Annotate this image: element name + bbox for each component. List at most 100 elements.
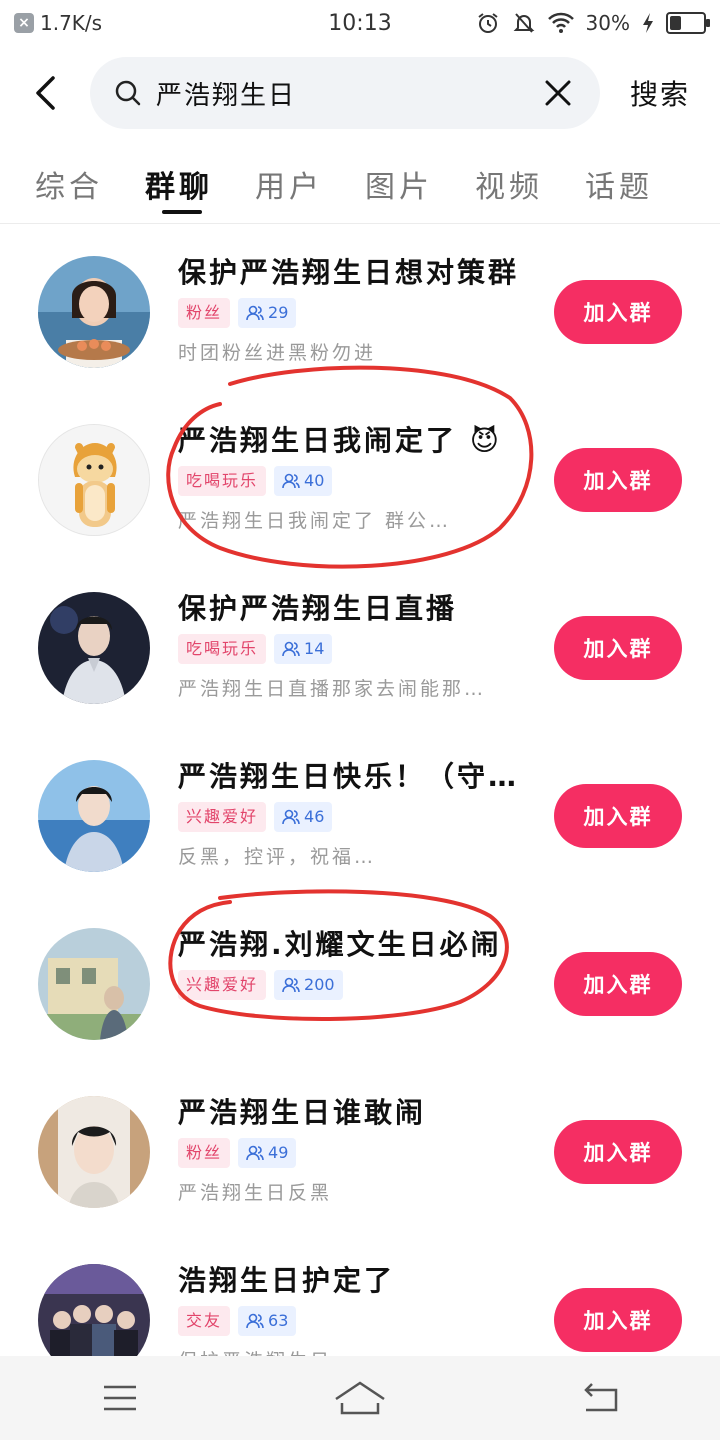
status-right: 30%: [476, 11, 710, 35]
search-query[interactable]: 严浩翔生日: [142, 75, 538, 112]
charging-icon: [643, 13, 653, 33]
group-title: 严浩翔.刘耀文生日必闹: [178, 928, 502, 961]
member-count: 40: [304, 471, 325, 490]
category-badge: 交友: [178, 1306, 231, 1336]
search-button[interactable]: 搜索: [600, 73, 720, 113]
wifi-icon: [547, 12, 574, 33]
system-nav-bar: [0, 1356, 720, 1440]
avatar[interactable]: [38, 928, 150, 1040]
list-item-body: 浩翔生日护定了 交友 63 保护严浩翔生日: [178, 1262, 528, 1356]
network-speed: 1.7K/s: [40, 11, 103, 35]
avatar[interactable]: [38, 592, 150, 704]
avatar[interactable]: [38, 424, 150, 536]
tab-users[interactable]: 用户: [234, 150, 344, 224]
join-group-button[interactable]: 加入群: [554, 616, 682, 680]
back-nav-button[interactable]: [560, 1368, 640, 1428]
tab-all[interactable]: 综合: [14, 150, 124, 224]
category-badge: 兴趣爱好: [178, 802, 267, 832]
member-count: 46: [304, 807, 325, 826]
member-count-badge: 29: [238, 298, 297, 328]
return-icon: [584, 1383, 618, 1412]
join-group-button[interactable]: 加入群: [554, 280, 682, 344]
member-count: 200: [304, 975, 335, 994]
join-group-button[interactable]: 加入群: [554, 952, 682, 1016]
member-count-badge: 14: [274, 634, 333, 664]
join-group-button[interactable]: 加入群: [554, 448, 682, 512]
join-group-button[interactable]: 加入群: [554, 1288, 682, 1352]
menu-button[interactable]: [80, 1368, 160, 1428]
list-item[interactable]: 保护严浩翔生日直播 吃喝玩乐 14 严浩翔生日直播那家去闹能那… 加入群: [0, 562, 720, 730]
search-header: 严浩翔生日 搜索: [0, 50, 720, 136]
tab-topics[interactable]: 话题: [564, 150, 674, 224]
group-tags: 粉丝 49: [178, 1138, 528, 1168]
avatar[interactable]: [38, 1096, 150, 1208]
group-title: 严浩翔生日快乐！（守…: [178, 760, 520, 793]
category-badge: 吃喝玩乐: [178, 634, 267, 664]
list-item[interactable]: 保护严浩翔生日想对策群 粉丝 29 时团粉丝进黑粉勿进 加入群: [0, 226, 720, 394]
search-input[interactable]: 严浩翔生日: [90, 57, 600, 129]
list-item[interactable]: 严浩翔生日我闹定了 😈 吃喝玩乐 40 严浩翔生日我闹定了 群公… 加入群: [0, 394, 720, 562]
list-item-body: 保护严浩翔生日想对策群 粉丝 29 时团粉丝进黑粉勿进: [178, 254, 528, 365]
home-button[interactable]: [320, 1368, 400, 1428]
list-item-body: 严浩翔生日谁敢闹 粉丝 49 严浩翔生日反黑: [178, 1094, 528, 1205]
group-tags: 粉丝 29: [178, 298, 528, 328]
avatar[interactable]: [38, 256, 150, 368]
tab-images[interactable]: 图片: [344, 150, 454, 224]
home-icon: [335, 1381, 385, 1415]
list-item-body: 保护严浩翔生日直播 吃喝玩乐 14 严浩翔生日直播那家去闹能那…: [178, 590, 528, 701]
member-count-badge: 46: [274, 802, 333, 832]
members-icon: [282, 473, 300, 489]
list-item[interactable]: 严浩翔.刘耀文生日必闹 兴趣爱好 200 加入群: [0, 898, 720, 1066]
back-arrow-icon: [36, 76, 55, 110]
group-description: 保护严浩翔生日: [178, 1346, 518, 1356]
members-icon: [282, 641, 300, 657]
group-description: 严浩翔生日直播那家去闹能那…: [178, 678, 487, 700]
group-tags: 吃喝玩乐 40: [178, 466, 528, 496]
members-icon: [282, 809, 300, 825]
avatar[interactable]: [38, 1264, 150, 1356]
clear-search-button[interactable]: [538, 73, 578, 113]
group-description: 严浩翔生日反黑: [178, 1182, 333, 1204]
avatar[interactable]: [38, 760, 150, 872]
members-icon: [246, 1145, 264, 1161]
member-count-badge: 63: [238, 1306, 297, 1336]
member-count-badge: 200: [274, 970, 343, 1000]
member-count: 14: [304, 639, 325, 658]
list-item[interactable]: 浩翔生日护定了 交友 63 保护严浩翔生日 加入群: [0, 1234, 720, 1356]
member-count-badge: 49: [238, 1138, 297, 1168]
tab-group-chat[interactable]: 群聊: [124, 150, 234, 224]
alarm-icon: [477, 13, 498, 33]
group-tags: 交友 63: [178, 1306, 528, 1336]
join-group-button[interactable]: 加入群: [554, 784, 682, 848]
group-title: 保护严浩翔生日想对策群: [178, 256, 520, 289]
group-description: 时团粉丝进黑粉勿进: [178, 342, 377, 364]
back-button[interactable]: [0, 50, 90, 136]
group-description: 严浩翔生日我闹定了 群公…: [178, 510, 452, 532]
battery-icon: [666, 12, 710, 34]
member-count: 63: [268, 1311, 289, 1330]
list-item[interactable]: 严浩翔生日谁敢闹 粉丝 49 严浩翔生日反黑 加入群: [0, 1066, 720, 1234]
list-item-body: 严浩翔.刘耀文生日必闹 兴趣爱好 200: [178, 926, 528, 1010]
category-badge: 吃喝玩乐: [178, 466, 267, 496]
list-item-body: 严浩翔生日快乐！（守… 兴趣爱好 46 反黑，控评，祝福…: [178, 758, 528, 869]
category-badge: 粉丝: [178, 298, 231, 328]
group-title: 保护严浩翔生日直播: [178, 592, 458, 625]
mute-bell-icon: [513, 13, 534, 33]
status-bar: × 1.7K/s 10:13 30%: [0, 0, 720, 46]
search-icon: [115, 80, 141, 106]
members-icon: [282, 977, 300, 993]
battery-percent: 30%: [585, 11, 630, 35]
join-group-button[interactable]: 加入群: [554, 1120, 682, 1184]
status-left: × 1.7K/s: [14, 11, 102, 35]
members-icon: [246, 305, 264, 321]
notification-close-icon: ×: [14, 13, 34, 33]
member-count: 49: [268, 1143, 289, 1162]
group-tags: 吃喝玩乐 14: [178, 634, 528, 664]
member-count-badge: 40: [274, 466, 333, 496]
tab-videos[interactable]: 视频: [454, 150, 564, 224]
group-title: 严浩翔生日谁敢闹: [178, 1096, 427, 1129]
member-count: 29: [268, 303, 289, 322]
menu-icon: [104, 1385, 136, 1411]
list-item[interactable]: 严浩翔生日快乐！（守… 兴趣爱好 46 反黑，控评，祝福… 加入群: [0, 730, 720, 898]
tab-bar: 综合 群聊 用户 图片 视频 话题: [0, 150, 720, 224]
